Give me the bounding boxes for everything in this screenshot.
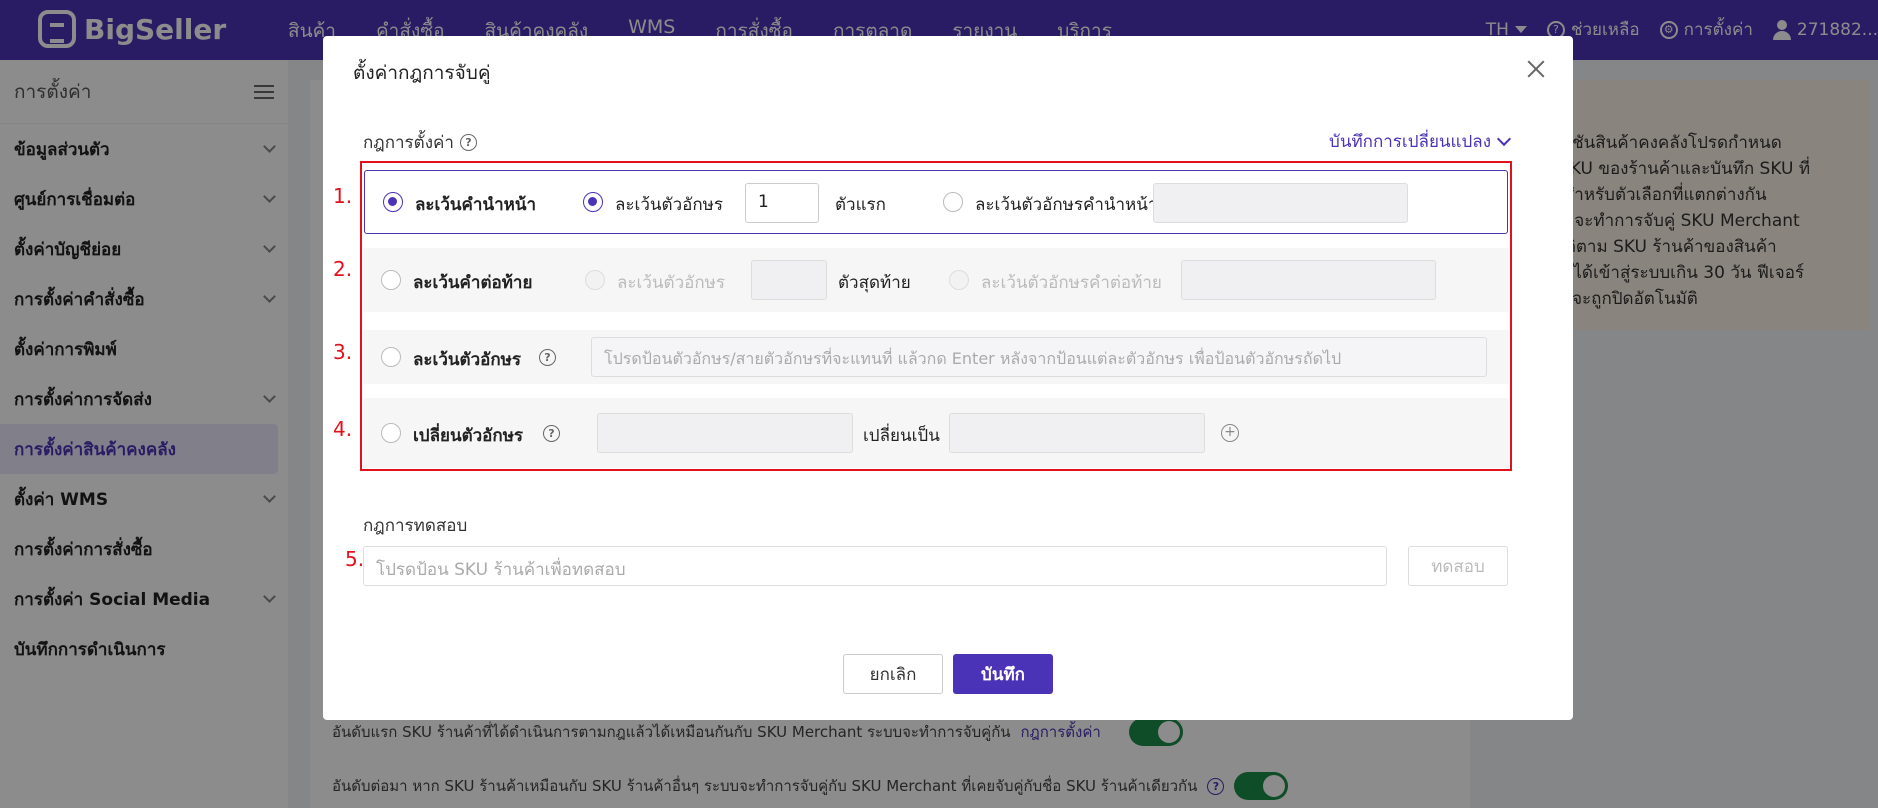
change-history-label: บันทึกการเปลี่ยนแปลง xyxy=(1329,132,1491,152)
rule-row-ignore-chars: ละเว้นตัวอักษร ? โปรดป้อนตัวอักษร/สายตัว… xyxy=(363,330,1509,384)
suffix-ignore-chars-radio[interactable] xyxy=(585,270,605,290)
prefix-unit-label: ตัวแรก xyxy=(835,195,886,215)
suffix-ignore-chars-label: ละเว้นตัวอักษร xyxy=(617,273,725,293)
annotation-number-4: 4. xyxy=(333,417,353,441)
replace-chars-label: เปลี่ยนตัวอักษร xyxy=(413,426,524,446)
suffix-chars-input[interactable] xyxy=(1181,260,1436,300)
prefix-rule-label: ละเว้นคำนำหน้า xyxy=(415,195,536,215)
test-button[interactable]: ทดสอบ xyxy=(1408,546,1508,586)
replace-from-input[interactable] xyxy=(597,413,853,453)
ignore-chars-input[interactable]: โปรดป้อนตัวอักษร/สายตัวอักษรที่จะแทนที่ … xyxy=(591,337,1487,377)
replace-to-input[interactable] xyxy=(949,413,1205,453)
rule-row-replace-chars: เปลี่ยนตัวอักษร ? เปลี่ยนเป็น + xyxy=(363,398,1509,468)
cancel-button[interactable]: ยกเลิก xyxy=(843,654,943,694)
help-icon[interactable]: ? xyxy=(459,134,477,151)
matching-rules-dialog: ตั้งค่ากฎการจับคู่ กฎการตั้งค่า ? บันทึก… xyxy=(323,36,1573,720)
suffix-ignore-suffix-chars-radio[interactable] xyxy=(949,270,969,290)
prefix-rule-radio[interactable] xyxy=(383,192,403,212)
prefix-ignore-prefix-chars-label: ละเว้นตัวอักษรคำนำหน้า xyxy=(975,195,1158,215)
help-icon[interactable]: ? xyxy=(543,425,560,442)
prefix-ignore-chars-radio[interactable] xyxy=(583,192,603,212)
test-sku-input[interactable]: โปรดป้อน SKU ร้านค้าเพื่อทดสอบ xyxy=(363,546,1387,586)
ignore-chars-label: ละเว้นตัวอักษร xyxy=(413,350,521,370)
prefix-chars-input[interactable] xyxy=(1153,183,1408,223)
prefix-ignore-chars-label: ละเว้นตัวอักษร xyxy=(615,195,723,215)
replace-to-label: เปลี่ยนเป็น xyxy=(863,426,940,446)
suffix-ignore-suffix-chars-label: ละเว้นตัวอักษรคำต่อท้าย xyxy=(981,273,1162,293)
test-section-label: กฎการทดสอบ xyxy=(363,512,467,539)
help-icon[interactable]: ? xyxy=(539,349,556,366)
dialog-title: ตั้งค่ากฎการจับคู่ xyxy=(353,62,491,84)
add-icon[interactable]: + xyxy=(1221,424,1239,442)
ignore-chars-radio[interactable] xyxy=(381,347,401,367)
chevron-down-icon xyxy=(1496,131,1512,146)
annotation-number-2: 2. xyxy=(333,257,353,281)
rule-row-suffix: ละเว้นคำต่อท้าย ละเว้นตัวอักษร ตัวสุดท้า… xyxy=(363,248,1509,312)
rules-label-text: กฎการตั้งค่า xyxy=(363,133,454,153)
save-button[interactable]: บันทึก xyxy=(953,654,1053,694)
prefix-ignore-prefix-chars-radio[interactable] xyxy=(943,192,963,212)
rule-row-prefix: ละเว้นคำนำหน้า ละเว้นตัวอักษร 1 ตัวแรก ล… xyxy=(364,170,1508,234)
test-label-text: กฎการทดสอบ xyxy=(363,516,468,536)
prefix-char-count-input[interactable]: 1 xyxy=(745,183,819,223)
rules-section-label: กฎการตั้งค่า ? xyxy=(363,129,477,156)
annotation-number-5: 5. xyxy=(345,547,365,571)
annotation-number-3: 3. xyxy=(333,340,353,364)
suffix-unit-label: ตัวสุดท้าย xyxy=(838,273,911,293)
suffix-rule-label: ละเว้นคำต่อท้าย xyxy=(413,273,533,293)
annotation-number-1: 1. xyxy=(333,184,353,208)
suffix-rule-radio[interactable] xyxy=(381,270,401,290)
replace-chars-radio[interactable] xyxy=(381,423,401,443)
change-history-link[interactable]: บันทึกการเปลี่ยนแปลง xyxy=(1329,128,1512,155)
suffix-char-count-input[interactable] xyxy=(751,260,827,300)
close-icon[interactable] xyxy=(1525,58,1547,80)
